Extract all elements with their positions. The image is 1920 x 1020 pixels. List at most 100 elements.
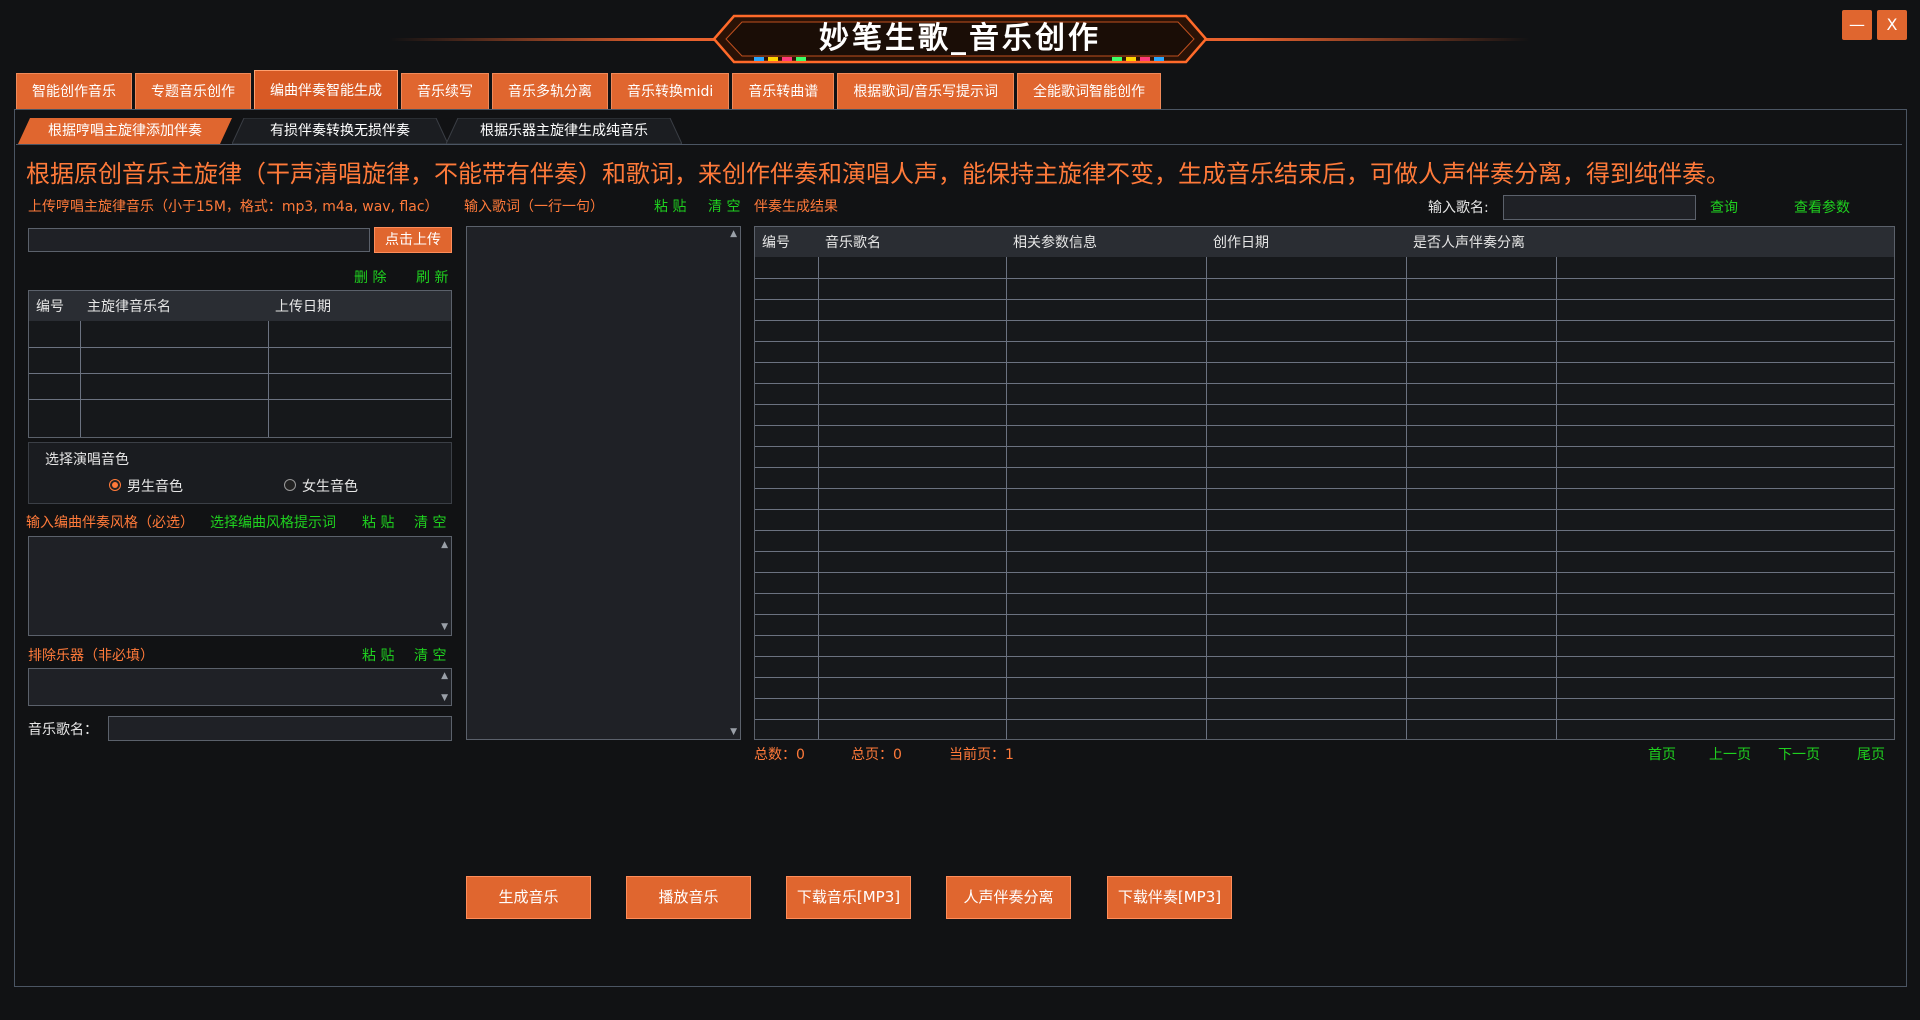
- col-line: [1006, 257, 1007, 739]
- row-line: [755, 509, 1894, 510]
- male-voice-label[interactable]: 男生音色: [127, 476, 183, 496]
- subtab-label: 根据哼唱主旋律添加伴奏: [48, 123, 202, 139]
- minimize-button[interactable]: —: [1842, 10, 1872, 40]
- col-params: 相关参数信息: [1013, 235, 1097, 251]
- scroll-up-icon[interactable]: ▲: [441, 671, 448, 681]
- subtab-label: 根据乐器主旋律生成纯音乐: [480, 123, 648, 139]
- tab-topic-compose[interactable]: 专题音乐创作: [135, 73, 251, 110]
- song-name-input[interactable]: [108, 716, 452, 741]
- row-line: [755, 614, 1894, 615]
- row-line: [755, 278, 1894, 279]
- scroll-down-icon[interactable]: ▼: [441, 693, 448, 703]
- lyrics-label: 输入歌词（一行一句）: [464, 199, 604, 215]
- subtab-instrument[interactable]: 根据乐器主旋律生成纯音乐: [446, 118, 682, 144]
- row-line: [755, 299, 1894, 300]
- tab-lyrics[interactable]: 全能歌词智能创作: [1017, 73, 1162, 110]
- female-voice-radio[interactable]: [284, 479, 296, 491]
- results-table-header: 编号 音乐歌名 相关参数信息 创作日期 是否人声伴奏分离: [755, 227, 1894, 257]
- row-line: [755, 530, 1894, 531]
- exclude-label: 排除乐器（非必填）: [28, 648, 154, 664]
- search-song-input[interactable]: [1503, 195, 1696, 220]
- scroll-up-icon[interactable]: ▲: [441, 540, 448, 550]
- style-clear-button[interactable]: 清 空: [414, 512, 446, 532]
- row-line: [755, 572, 1894, 573]
- row-line: [755, 446, 1894, 447]
- choose-style-button[interactable]: 选择编曲风格提示词: [210, 512, 336, 532]
- female-voice-label[interactable]: 女生音色: [302, 476, 358, 496]
- melody-table: 编号 主旋律音乐名 上传日期: [28, 290, 452, 438]
- subtab-label: 有损伴奏转换无损伴奏: [270, 123, 410, 139]
- scroll-down-icon[interactable]: ▼: [441, 622, 448, 632]
- refresh-button[interactable]: 刷 新: [416, 267, 448, 287]
- exclude-textarea[interactable]: ▲ ▼: [28, 668, 452, 706]
- row-line: [755, 488, 1894, 489]
- col-line: [1206, 257, 1207, 739]
- tab-arrangement[interactable]: 编曲伴奏智能生成: [254, 70, 398, 110]
- delete-button[interactable]: 删 除: [354, 267, 386, 287]
- last-page-button[interactable]: 尾页: [1857, 744, 1885, 764]
- prev-page-button[interactable]: 上一页: [1709, 744, 1751, 764]
- col-line: [80, 321, 81, 437]
- exclude-clear-button[interactable]: 清 空: [414, 645, 446, 665]
- row-line: [755, 362, 1894, 363]
- song-name-label: 音乐歌名：: [28, 722, 98, 738]
- tab-smart-compose[interactable]: 智能创作音乐: [16, 73, 132, 110]
- row-line: [755, 656, 1894, 657]
- current-page: 当前页：1: [949, 747, 1014, 763]
- subtab-divider: [16, 144, 1902, 145]
- tab-midi[interactable]: 音乐转换midi: [611, 73, 730, 110]
- total-count: 总数：0: [754, 747, 805, 763]
- upload-path-input[interactable]: [28, 228, 370, 252]
- download-music-button[interactable]: 下载音乐[MP3]: [786, 876, 911, 919]
- total-pages: 总页：0: [851, 747, 902, 763]
- row-line: [755, 551, 1894, 552]
- download-accompaniment-button[interactable]: 下载伴奏[MP3]: [1107, 876, 1232, 919]
- play-music-button[interactable]: 播放音乐: [626, 876, 751, 919]
- generate-music-button[interactable]: 生成音乐: [466, 876, 591, 919]
- tab-multitrack[interactable]: 音乐多轨分离: [492, 73, 608, 110]
- row-line: [755, 425, 1894, 426]
- row-line: [755, 467, 1894, 468]
- style-textarea[interactable]: ▲ ▼: [28, 536, 452, 636]
- exclude-paste-button[interactable]: 粘 贴: [362, 645, 394, 665]
- row-line: [755, 341, 1894, 342]
- row-line: [755, 698, 1894, 699]
- query-button[interactable]: 查询: [1710, 197, 1738, 217]
- male-voice-radio[interactable]: [109, 479, 121, 491]
- tab-prompt[interactable]: 根据歌词/音乐写提示词: [837, 73, 1015, 110]
- search-label: 输入歌名:: [1428, 200, 1489, 216]
- subtab-lossless[interactable]: 有损伴奏转换无损伴奏: [232, 118, 448, 144]
- app-title: 妙笔生歌_音乐创作: [819, 21, 1101, 56]
- tab-continue[interactable]: 音乐续写: [401, 73, 489, 110]
- tab-score[interactable]: 音乐转曲谱: [732, 73, 835, 110]
- lyrics-paste-button[interactable]: 粘 贴: [654, 196, 686, 216]
- vocal-separation-button[interactable]: 人声伴奏分离: [946, 876, 1071, 919]
- col-id: 编号: [36, 299, 64, 315]
- col-line: [268, 321, 269, 437]
- style-label: 输入编曲伴奏风格（必选）: [26, 515, 194, 531]
- style-paste-button[interactable]: 粘 贴: [362, 512, 394, 532]
- results-label: 伴奏生成结果: [754, 199, 838, 215]
- close-button[interactable]: X: [1877, 10, 1907, 40]
- scroll-up-icon[interactable]: ▲: [730, 229, 737, 239]
- scroll-down-icon[interactable]: ▼: [730, 727, 737, 737]
- lyrics-clear-button[interactable]: 清 空: [708, 196, 740, 216]
- subtab-hum-accompaniment[interactable]: 根据哼唱主旋律添加伴奏: [18, 118, 232, 144]
- upload-button[interactable]: 点击上传: [374, 227, 452, 253]
- col-song-name: 音乐歌名: [825, 235, 881, 251]
- upload-label: 上传哼唱主旋律音乐（小于15M，格式：mp3, m4a, wav, flac）: [28, 199, 439, 215]
- lyrics-textarea[interactable]: ▲ ▼: [466, 226, 741, 740]
- row-line: [29, 373, 451, 374]
- voice-group: 选择演唱音色 男生音色 女生音色: [28, 442, 452, 504]
- first-page-button[interactable]: 首页: [1648, 744, 1676, 764]
- view-params-button[interactable]: 查看参数: [1794, 197, 1850, 217]
- row-line: [755, 404, 1894, 405]
- row-line: [755, 677, 1894, 678]
- col-vocal-separated: 是否人声伴奏分离: [1413, 235, 1525, 251]
- col-create-date: 创作日期: [1213, 235, 1269, 251]
- results-table: 编号 音乐歌名 相关参数信息 创作日期 是否人声伴奏分离: [754, 226, 1895, 740]
- main-tab-bar: 智能创作音乐 专题音乐创作 编曲伴奏智能生成 音乐续写 音乐多轨分离 音乐转换m…: [16, 70, 1162, 110]
- next-page-button[interactable]: 下一页: [1778, 744, 1820, 764]
- row-line: [755, 635, 1894, 636]
- row-line: [755, 719, 1894, 720]
